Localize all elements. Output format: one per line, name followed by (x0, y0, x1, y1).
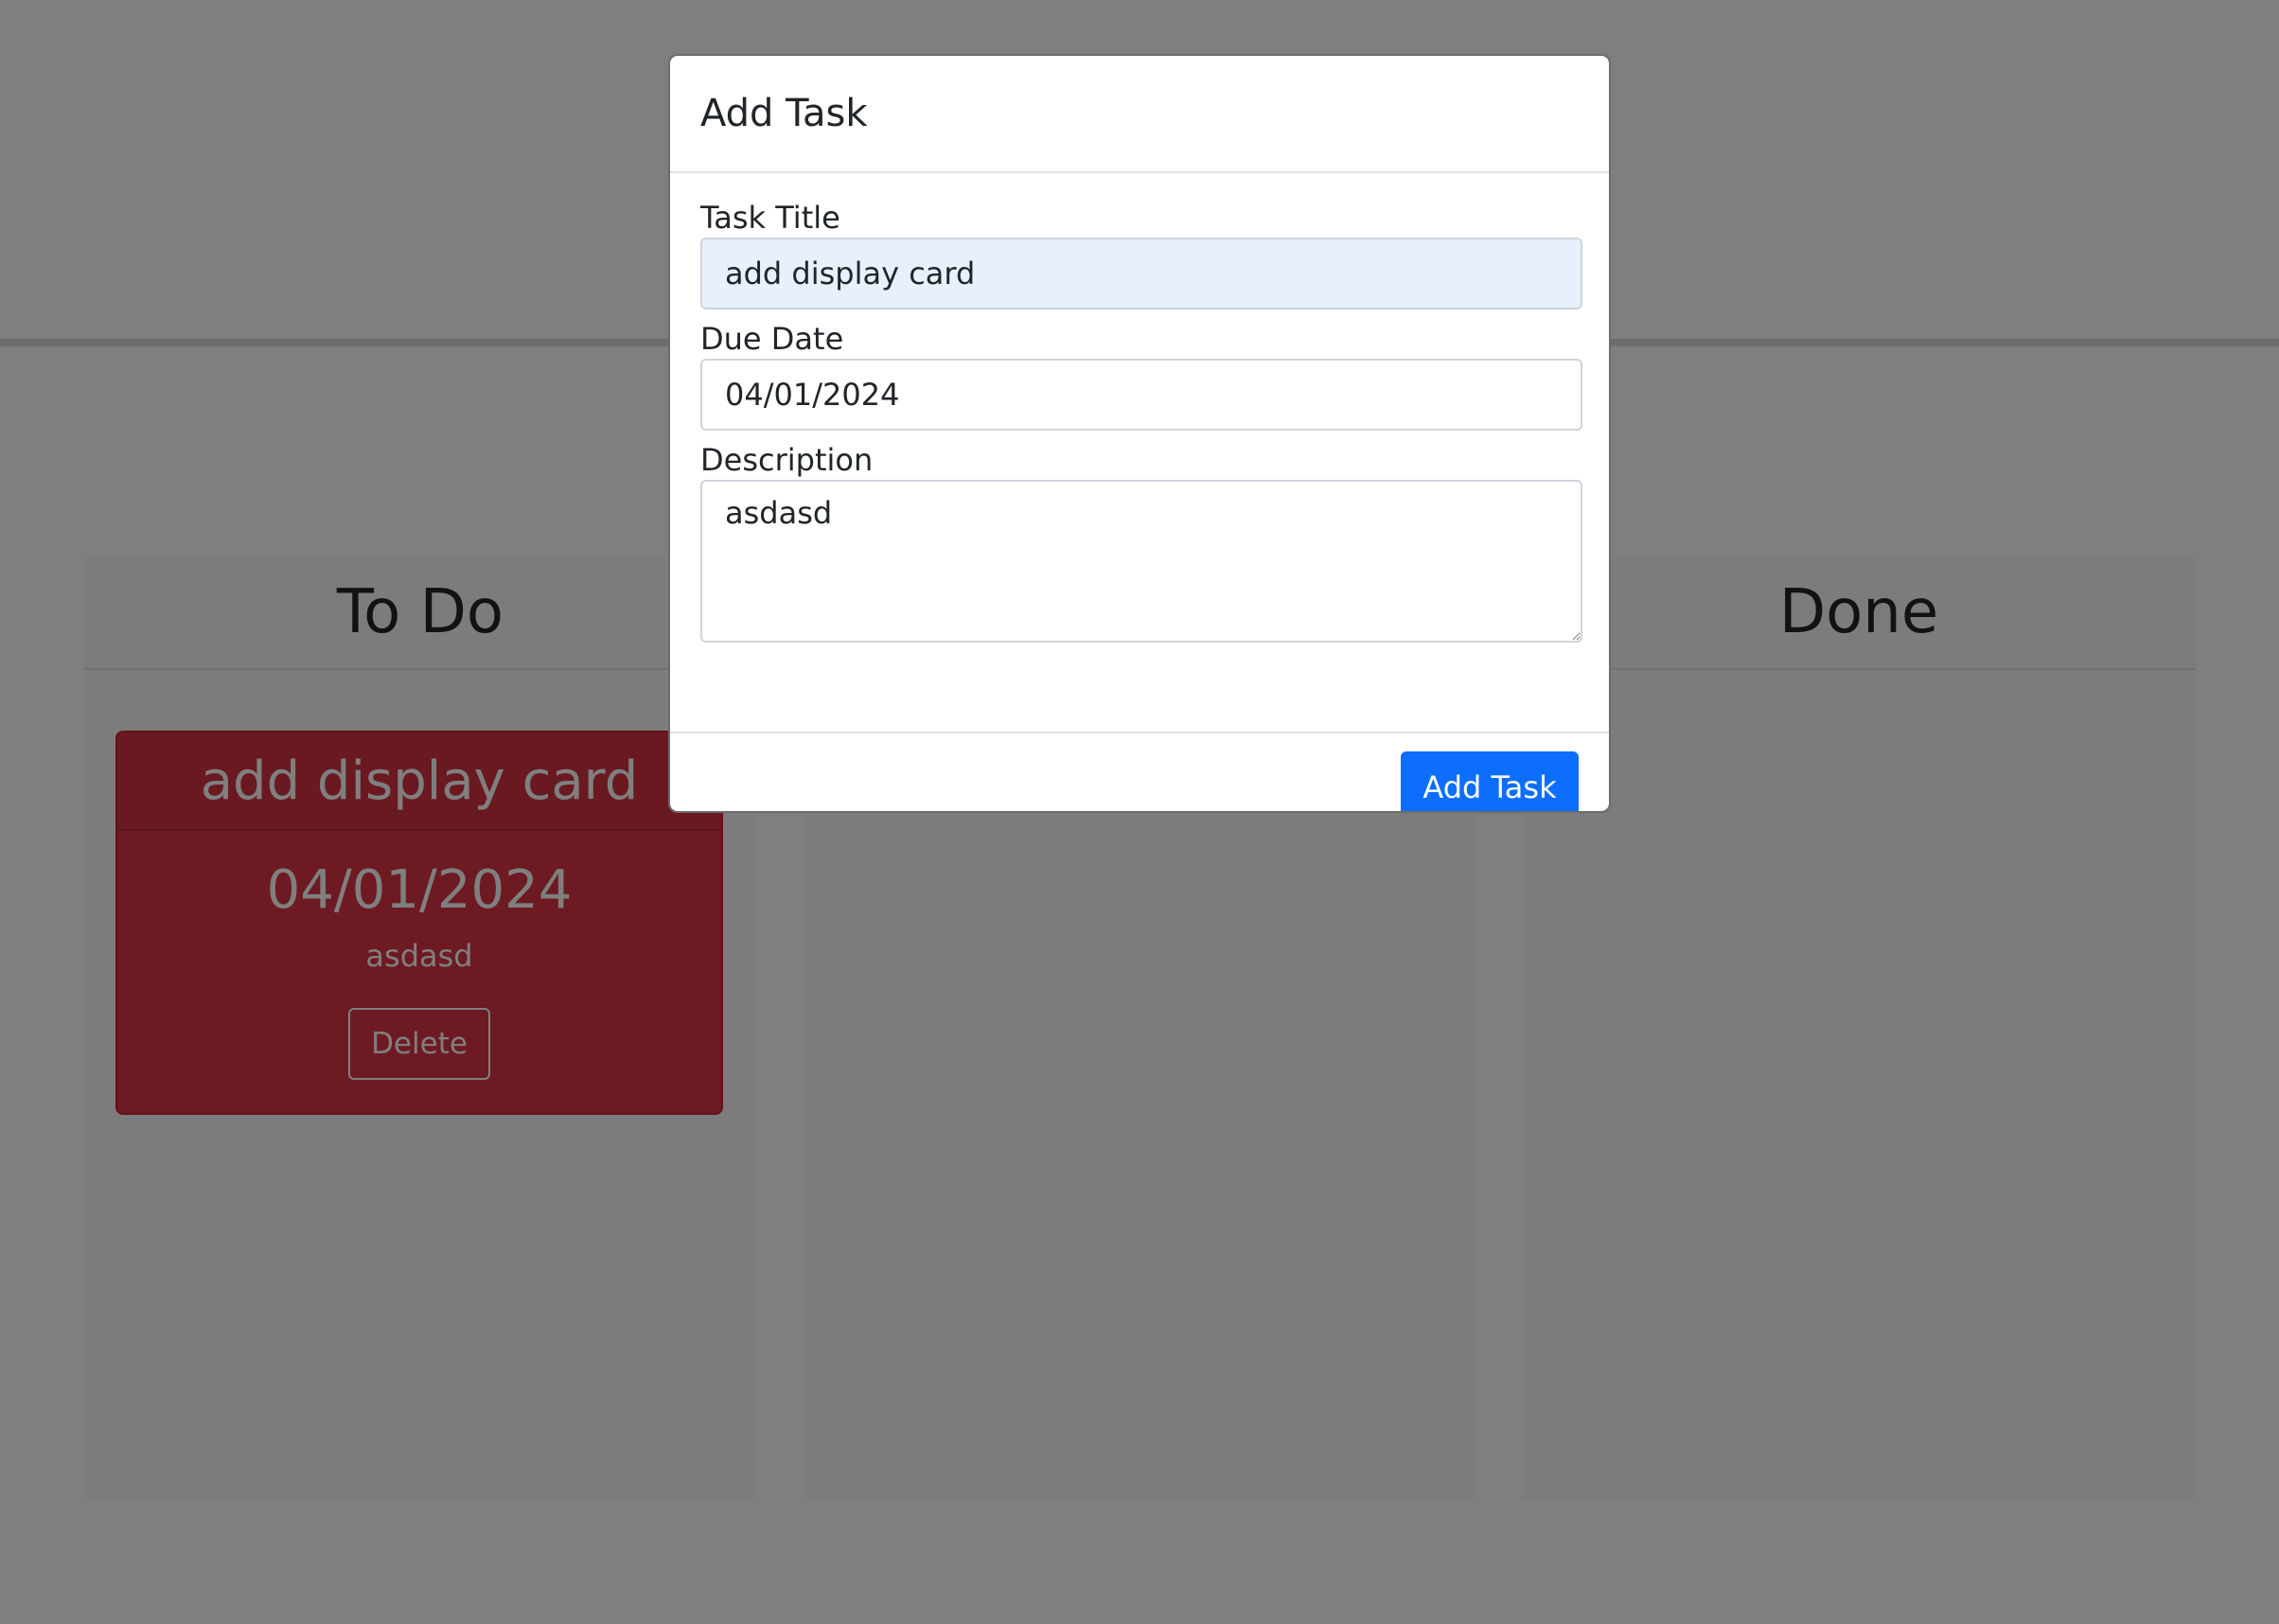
description-label: Description (700, 442, 874, 478)
modal-title: Add Task (670, 56, 1609, 173)
due-date-label: Due Date (700, 321, 844, 357)
add-task-button[interactable]: Add Task (1401, 751, 1579, 811)
task-title-label: Task Title (700, 200, 840, 236)
due-date-input[interactable] (700, 359, 1582, 431)
task-title-input[interactable] (700, 238, 1582, 309)
add-task-modal: Add Task Task Title Due Date Description… (668, 54, 1611, 813)
description-textarea[interactable]: asdasd (700, 480, 1582, 643)
modal-footer: Add Task (670, 733, 1609, 811)
modal-body: Task Title Due Date Description asdasd (670, 173, 1609, 733)
